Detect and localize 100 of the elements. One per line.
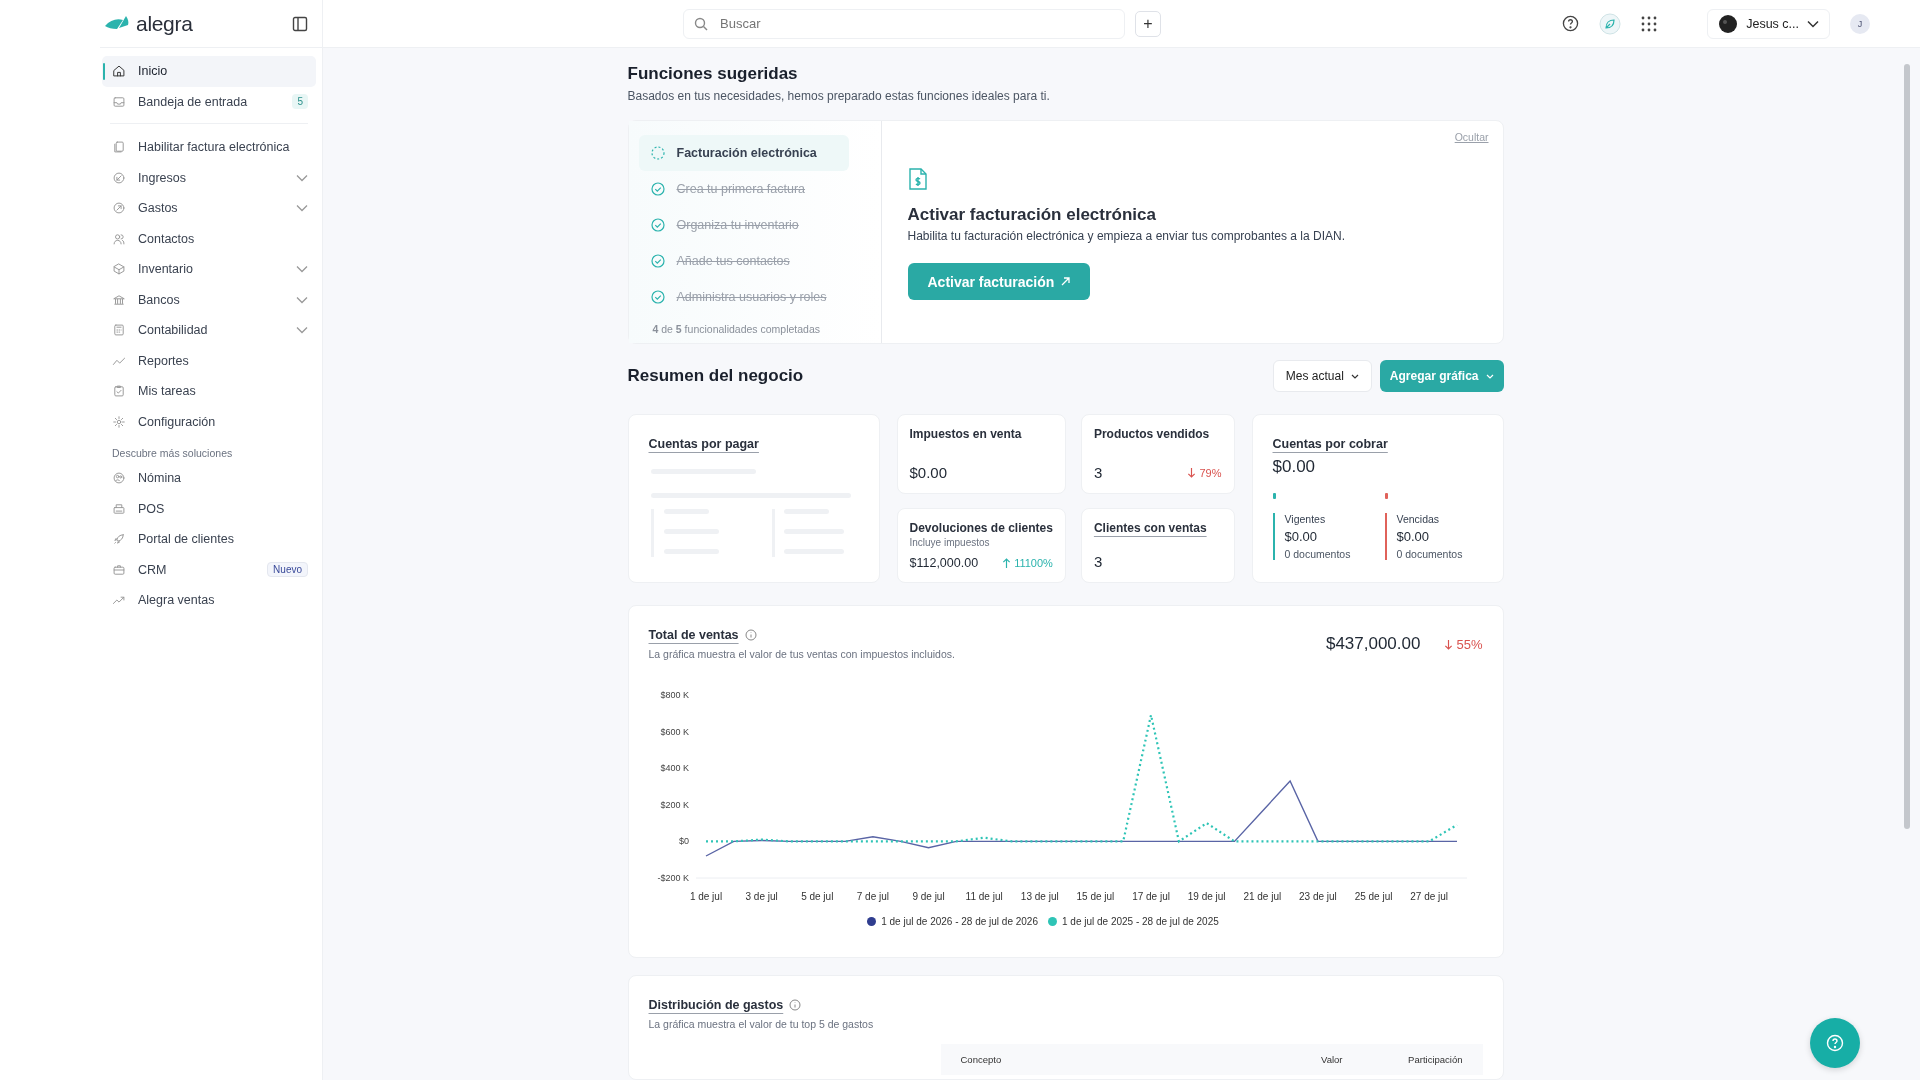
card-note: Incluye impuestos (909, 537, 991, 548)
group-value: $0.00 (1396, 529, 1431, 544)
x-tick-label: 17 de jul (1131, 891, 1170, 902)
x-tick-label: 11 de jul (965, 891, 1003, 902)
change-percent: 79% (1199, 466, 1222, 479)
people-circle-icon (112, 471, 126, 486)
search-field[interactable]: Buscar (683, 8, 1125, 39)
period-dropdown[interactable]: Mes actual (1272, 360, 1372, 392)
nav-item[interactable]: Bandeja de entrada 5 (102, 86, 316, 117)
help-icon (1826, 1034, 1844, 1052)
document-count: 0 documentos (1396, 548, 1464, 560)
check-circle-icon (650, 182, 665, 196)
count-badge: 5 (292, 94, 308, 110)
chart-title-link[interactable]: Distribución de gastos (648, 998, 784, 1012)
x-tick-label: 21 de jul (1242, 891, 1281, 902)
chart-subtitle: La gráfica muestra el valor de tus ventas con impuestos incluidos. (648, 648, 955, 660)
card-title-link[interactable]: Cuentas por cobrar (1272, 437, 1483, 451)
arrow-circle-icon (112, 201, 126, 216)
printer-icon (112, 501, 126, 516)
arrow-circle-icon (112, 170, 126, 185)
x-tick-label: 25 de jul (1354, 891, 1392, 902)
user-avatar[interactable]: J (1850, 13, 1870, 34)
logo-text: alegra (136, 11, 193, 36)
help-button[interactable] (1810, 1018, 1860, 1068)
cube-icon (112, 262, 126, 277)
change-percent: 55% (1456, 636, 1483, 652)
calculator-icon (112, 323, 126, 338)
nav-item[interactable]: Portal de clientes (102, 524, 316, 555)
nav-item[interactable]: Nómina (102, 463, 316, 494)
new-tag: Nuevo (267, 562, 308, 578)
stat-value: $0.00 (909, 464, 948, 481)
card-title-link[interactable]: Cuentas por pagar (648, 437, 859, 451)
section-title: Descubre más soluciones (111, 446, 234, 461)
nav-item[interactable]: Contabilidad (102, 315, 316, 346)
nav-item[interactable]: POS (102, 493, 316, 524)
sales-total: $437,000.00 (1325, 634, 1421, 654)
x-tick-label: 3 de jul (745, 891, 778, 902)
external-arrow-icon (1061, 277, 1071, 286)
invoice-icon (907, 167, 928, 191)
y-tick-label: $400 K (659, 763, 689, 774)
feature-description: Habilita tu facturación electrónica y empieza a enviar tus comprobantes a la DIAN. (907, 229, 1346, 243)
apps-grid-icon[interactable] (1641, 15, 1658, 32)
chevron-down-icon (1807, 19, 1819, 28)
nav-item[interactable]: Reportes (102, 345, 316, 376)
x-tick-label: 9 de jul (911, 891, 945, 902)
sidebar-toggle-icon[interactable] (292, 15, 308, 32)
user-menu[interactable]: Jesus c... (1707, 8, 1830, 39)
nav-item[interactable]: Inicio (102, 56, 316, 87)
progress-text: 4 de 5 funcionalidades completadas (652, 323, 822, 335)
y-tick-label: $600 K (659, 726, 689, 737)
info-icon[interactable] (744, 629, 757, 641)
chart-title-link[interactable]: Total de ventas (648, 628, 739, 642)
x-tick-label: 23 de jul (1298, 891, 1337, 902)
nav-item[interactable]: Inventario (102, 254, 316, 285)
bank-icon (112, 292, 126, 307)
group-label: Vigentes (1284, 513, 1327, 525)
avatar-icon (1718, 13, 1739, 34)
change-percent: 11100% (1014, 557, 1053, 569)
nav-item[interactable]: Alegra ventas (102, 585, 316, 616)
nav-item[interactable]: CRM Nuevo (102, 554, 316, 585)
nav-item[interactable]: Gastos (102, 193, 316, 224)
leaf-icon[interactable] (1599, 12, 1622, 35)
help-icon[interactable] (1562, 15, 1580, 32)
info-icon[interactable] (789, 999, 802, 1011)
y-tick-label: $200 K (659, 799, 689, 810)
nav-item[interactable]: Ingresos (102, 162, 316, 193)
nav-item[interactable]: Contactos (102, 223, 316, 254)
legend-label[interactable]: 1 de jul de 2026 - 28 de jul de 2026 (881, 916, 1038, 927)
house-icon (112, 64, 126, 79)
dashed-circle-icon (650, 146, 665, 160)
gear-icon (112, 414, 126, 429)
users-icon (112, 231, 126, 246)
nav-item[interactable]: Configuración (102, 406, 316, 437)
check-circle-icon (650, 218, 665, 232)
rocket-icon (112, 532, 126, 547)
search-icon (694, 16, 708, 31)
add-button[interactable]: + (1135, 10, 1161, 37)
stat-value: $0.00 (1272, 457, 1317, 477)
y-tick-label: -$200 K (656, 873, 689, 883)
stat-value: 3 (1093, 464, 1103, 481)
nav-item[interactable]: Mis tareas (102, 376, 316, 407)
briefcase-icon (112, 562, 126, 577)
legend-label[interactable]: 1 de jul de 2025 - 28 de jul de 2025 (1062, 916, 1219, 927)
x-tick-label: 15 de jul (1076, 891, 1114, 902)
nav-item[interactable]: Bancos (102, 284, 316, 315)
step-item[interactable]: Facturación electrónica (638, 135, 849, 171)
x-tick-label: 13 de jul (1020, 891, 1059, 902)
chevron-down-icon (1350, 373, 1359, 379)
nav-item[interactable]: Habilitar factura electrónica (102, 132, 316, 163)
column-header: Participación (1407, 1054, 1463, 1065)
stat-value: 3 (1093, 553, 1103, 570)
documents-icon (112, 140, 126, 155)
card-title-link[interactable]: Clientes con ventas (1093, 521, 1207, 535)
y-tick-label: $800 K (659, 690, 689, 700)
x-tick-label: 19 de jul (1187, 891, 1226, 902)
card-title: Productos vendidos (1093, 427, 1210, 441)
x-tick-label: 27 de jul (1409, 891, 1448, 902)
group-value: $0.00 (1284, 529, 1319, 544)
inbox-icon (112, 94, 126, 109)
section-title: Resumen del negocio (627, 366, 804, 386)
